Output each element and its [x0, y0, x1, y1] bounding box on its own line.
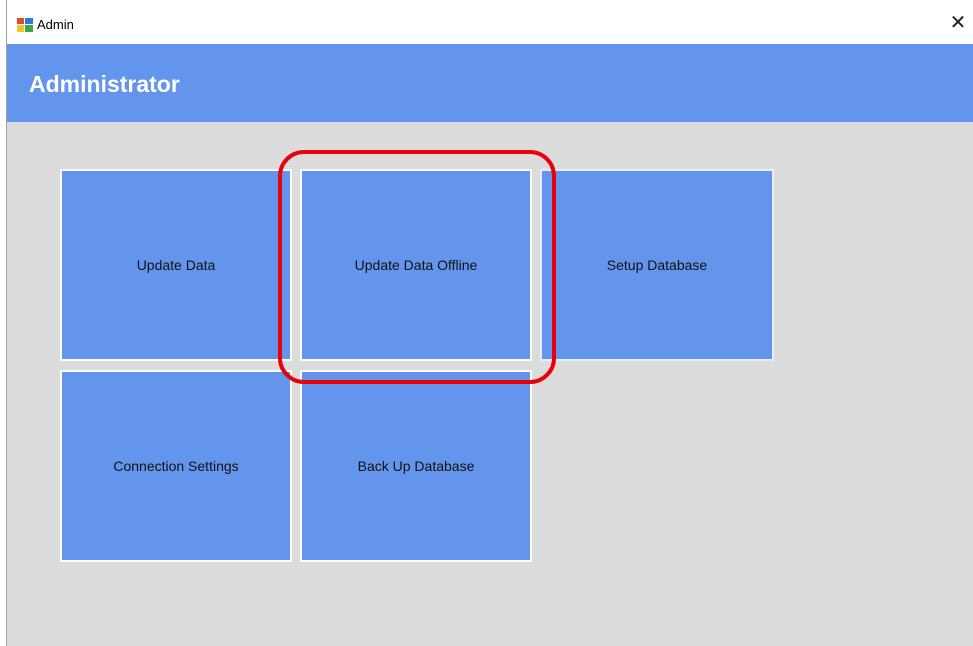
setup-database-label: Setup Database	[606, 257, 708, 273]
update-data-offline-label: Update Data Offline	[354, 257, 478, 273]
app-icon	[17, 18, 33, 32]
connection-settings-label: Connection Settings	[113, 458, 239, 474]
title-bar: Admin ✕	[7, 0, 973, 44]
back-up-database-label: Back Up Database	[357, 458, 475, 474]
admin-window: Admin ✕ Administrator Update Data Update…	[6, 0, 973, 646]
back-up-database-button[interactable]: Back Up Database	[300, 370, 532, 562]
header-banner: Administrator	[7, 44, 973, 122]
close-icon[interactable]: ✕	[943, 8, 973, 38]
update-data-button[interactable]: Update Data	[60, 169, 292, 361]
connection-settings-button[interactable]: Connection Settings	[60, 370, 292, 562]
page-title: Administrator	[29, 71, 180, 97]
setup-database-button[interactable]: Setup Database	[540, 169, 774, 361]
window-title: Admin	[37, 17, 74, 32]
update-data-label: Update Data	[136, 257, 216, 273]
update-data-offline-button[interactable]: Update Data Offline	[300, 169, 532, 361]
